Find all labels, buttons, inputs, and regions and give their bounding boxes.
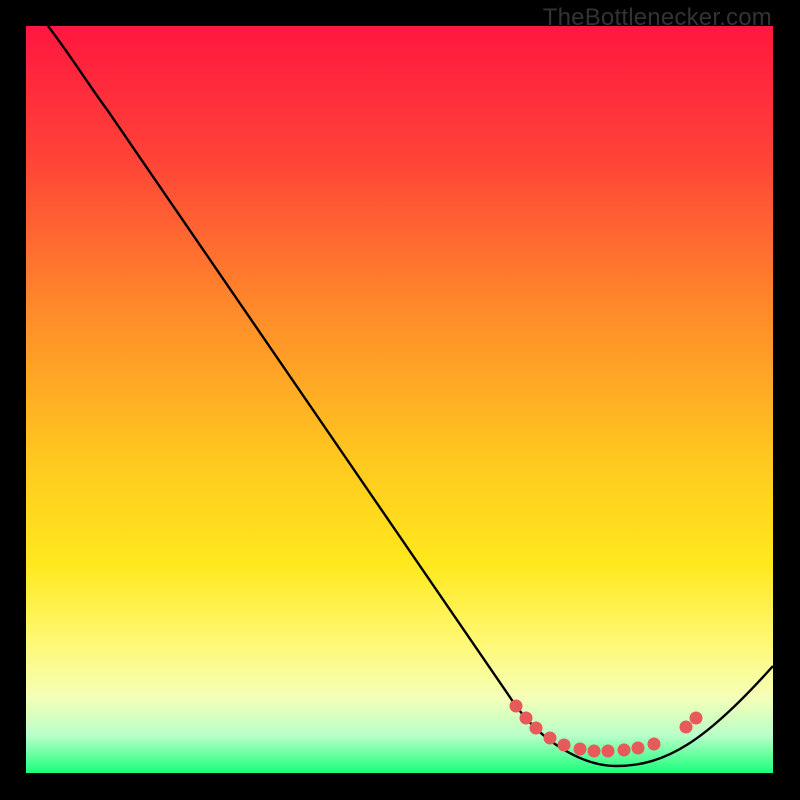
watermark-text: TheBottlenecker.com: [543, 4, 772, 32]
bottleneck-curve: [26, 26, 773, 773]
data-marker: [530, 722, 543, 735]
data-marker: [690, 712, 703, 725]
plot-area: [26, 26, 773, 773]
data-marker: [558, 739, 571, 752]
data-marker: [648, 738, 661, 751]
data-marker: [632, 742, 645, 755]
data-marker: [544, 732, 557, 745]
chart-frame: TheBottlenecker.com: [0, 0, 800, 800]
data-marker: [588, 745, 601, 758]
data-marker: [618, 744, 631, 757]
data-marker: [510, 700, 523, 713]
data-marker: [574, 743, 587, 756]
data-marker: [602, 745, 615, 758]
